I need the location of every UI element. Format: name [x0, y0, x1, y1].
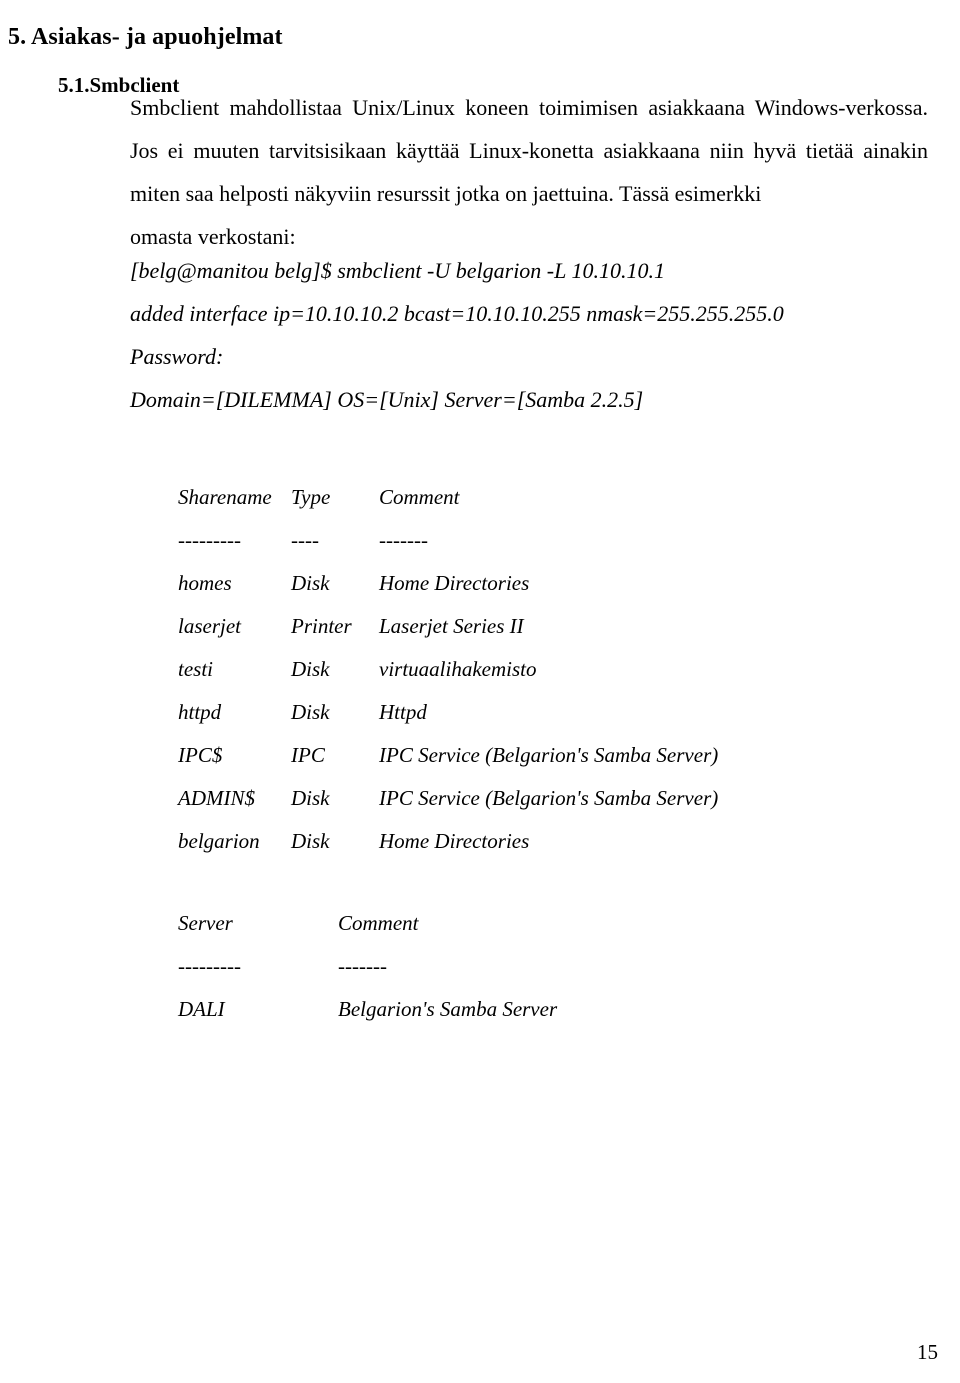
share-type: Disk	[291, 829, 330, 853]
rule-comment: -------	[338, 954, 387, 978]
share-comment: IPC Service (Belgarion's Samba Server)	[379, 786, 719, 810]
table-row: laserjet Printer Laserjet Series II	[178, 605, 718, 648]
table-rule-row: --------- ---- -------	[178, 519, 718, 562]
share-comment: Httpd	[379, 700, 427, 724]
table-row: homes Disk Home Directories	[178, 562, 718, 605]
intro-paragraph: Smbclient mahdollistaa Unix/Linux koneen…	[130, 86, 928, 258]
table-row: belgarion Disk Home Directories	[178, 820, 718, 863]
table-header-row: Sharename Type Comment	[178, 476, 718, 519]
shares-table: Sharename Type Comment --------- ---- --…	[178, 476, 718, 863]
column-header-comment: Comment	[379, 485, 460, 509]
share-comment: IPC Service (Belgarion's Samba Server)	[379, 743, 719, 767]
server-name: DALI	[178, 997, 225, 1021]
share-name: httpd	[178, 700, 222, 724]
rule-server: ---------	[178, 954, 241, 978]
terminal-server-info-line: Domain=[DILEMMA] OS=[Unix] Server=[Samba…	[130, 387, 644, 412]
document-page: 5. Asiakas- ja apuohjelmat 5.1.Smbclient…	[0, 0, 960, 1383]
rule-sharename: ---------	[178, 528, 241, 552]
share-name: IPC$	[178, 743, 223, 767]
intro-paragraph-closing-line: omasta verkostani:	[130, 224, 296, 249]
column-header-type: Type	[291, 485, 331, 509]
share-name: laserjet	[178, 614, 241, 638]
table-row: httpd Disk Httpd	[178, 691, 718, 734]
share-comment: Laserjet Series II	[379, 614, 524, 638]
intro-paragraph-text: Smbclient mahdollistaa Unix/Linux koneen…	[130, 95, 928, 206]
servers-table: Server Comment --------- ------- DALI Be…	[178, 902, 557, 1031]
share-name: testi	[178, 657, 213, 681]
table-rule-row: --------- -------	[178, 945, 557, 988]
rule-type: ----	[291, 528, 319, 552]
share-type: IPC	[291, 743, 325, 767]
column-header-sharename: Sharename	[178, 485, 272, 509]
table-row: DALI Belgarion's Samba Server	[178, 988, 557, 1031]
page-number: 15	[917, 1340, 938, 1364]
column-header-comment: Comment	[338, 911, 419, 935]
page-title: 5. Asiakas- ja apuohjelmat	[8, 24, 283, 51]
terminal-password-line: Password:	[130, 344, 224, 369]
server-comment: Belgarion's Samba Server	[338, 997, 558, 1021]
share-type: Disk	[291, 657, 330, 681]
share-name: homes	[178, 571, 232, 595]
share-name: belgarion	[178, 829, 260, 853]
table-header-row: Server Comment	[178, 902, 557, 945]
table-row: ADMIN$ Disk IPC Service (Belgarion's Sam…	[178, 777, 718, 820]
terminal-command-line: [belg@manitou belg]$ smbclient -U belgar…	[130, 258, 665, 283]
share-comment: virtuaalihakemisto	[379, 657, 537, 681]
share-type: Disk	[291, 571, 330, 595]
column-header-server: Server	[178, 911, 233, 935]
terminal-interface-line: added interface ip=10.10.10.2 bcast=10.1…	[130, 301, 784, 326]
share-comment: Home Directories	[379, 571, 530, 595]
share-comment: Home Directories	[379, 829, 530, 853]
share-name: ADMIN$	[178, 786, 255, 810]
share-type: Disk	[291, 700, 330, 724]
table-row: IPC$ IPC IPC Service (Belgarion's Samba …	[178, 734, 718, 777]
rule-comment: -------	[379, 528, 428, 552]
share-type: Printer	[291, 614, 352, 638]
share-type: Disk	[291, 786, 330, 810]
table-row: testi Disk virtuaalihakemisto	[178, 648, 718, 691]
